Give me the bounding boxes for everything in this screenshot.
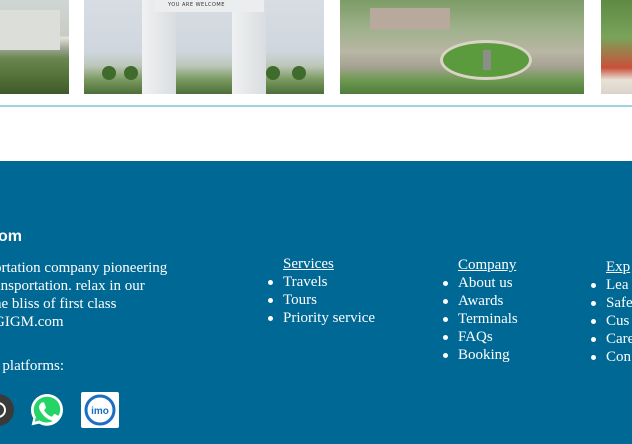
footer-about-text: ortation company pioneering ansportation… xyxy=(0,259,194,331)
gallery-photo-flowers[interactable] xyxy=(601,0,632,94)
services-item[interactable]: Travels xyxy=(267,273,375,291)
explore-link[interactable]: Care xyxy=(606,331,632,347)
about-line: ortation company pioneering xyxy=(0,260,168,276)
company-link[interactable]: FAQs xyxy=(458,329,493,345)
palm-tree xyxy=(124,66,138,80)
explore-list: Lea Safe Cus Care Con xyxy=(590,276,632,366)
arch-right-pillar xyxy=(232,0,266,94)
company-heading-link[interactable]: Company xyxy=(458,256,518,274)
company-list: About us Awards Terminals FAQs Booking xyxy=(443,274,518,364)
services-link[interactable]: Tours xyxy=(283,292,317,308)
company-item[interactable]: About us xyxy=(443,274,518,292)
services-link[interactable]: Travels xyxy=(283,274,327,290)
explore-link[interactable]: Con xyxy=(606,349,631,365)
company-link[interactable]: Booking xyxy=(458,347,510,363)
photo-gallery: YOU ARE WELCOME xyxy=(0,0,632,107)
company-item[interactable]: Booking xyxy=(443,346,518,364)
explore-link[interactable]: Lea xyxy=(606,277,628,293)
arch-left-pillar xyxy=(142,0,176,94)
arch-sign: YOU ARE WELCOME xyxy=(168,2,225,8)
footer-column-services: Services Travels Tours Priority service xyxy=(267,255,375,327)
explore-link[interactable]: Cus xyxy=(606,313,629,329)
palm-tree xyxy=(102,66,116,80)
explore-link[interactable]: Safe xyxy=(606,295,632,311)
explore-item[interactable]: Care xyxy=(590,330,632,348)
gallery-photo-stadium[interactable] xyxy=(0,0,69,94)
gallery-photo-roundabout[interactable] xyxy=(340,0,584,94)
company-item[interactable]: Terminals xyxy=(443,310,518,328)
explore-item[interactable]: Cus xyxy=(590,312,632,330)
services-list: Travels Tours Priority service xyxy=(267,273,375,327)
services-item[interactable]: Tours xyxy=(267,291,375,309)
gallery-divider xyxy=(0,105,632,107)
roundabout-monument xyxy=(483,50,491,70)
services-heading-link[interactable]: Services xyxy=(283,255,375,273)
site-footer: om ortation company pioneering ansportat… xyxy=(0,161,632,444)
stadium-building xyxy=(0,10,60,50)
about-line: he bliss of first class xyxy=(0,296,117,312)
company-link[interactable]: Terminals xyxy=(458,311,518,327)
explore-item[interactable]: Safe xyxy=(590,294,632,312)
palm-tree xyxy=(292,66,306,80)
imo-icon[interactable]: imo xyxy=(81,392,119,428)
company-link[interactable]: About us xyxy=(458,275,513,291)
palm-tree xyxy=(266,66,280,80)
company-item[interactable]: FAQs xyxy=(443,328,518,346)
footer-brand: om xyxy=(0,228,22,245)
social-platforms-label: a platforms: xyxy=(0,358,65,374)
explore-item[interactable]: Con xyxy=(590,348,632,366)
about-line: GIGM.com xyxy=(0,314,64,330)
explore-item[interactable]: Lea xyxy=(590,276,632,294)
about-line: ansportation. relax in our xyxy=(0,278,145,294)
gallery-photo-welcome-arch[interactable]: YOU ARE WELCOME xyxy=(84,0,324,94)
footer-column-company: Company About us Awards Terminals FAQs B… xyxy=(443,256,518,364)
svg-text:imo: imo xyxy=(91,406,109,417)
partial-social-icon[interactable] xyxy=(0,392,16,428)
company-item[interactable]: Awards xyxy=(443,292,518,310)
company-link[interactable]: Awards xyxy=(458,293,503,309)
whatsapp-icon[interactable] xyxy=(29,392,65,428)
city-building xyxy=(370,8,450,30)
services-item[interactable]: Priority service xyxy=(267,309,375,327)
explore-heading-link[interactable]: Exp xyxy=(606,258,632,276)
services-link[interactable]: Priority service xyxy=(283,310,375,326)
footer-column-explore: Exp Lea Safe Cus Care Con xyxy=(590,258,632,366)
